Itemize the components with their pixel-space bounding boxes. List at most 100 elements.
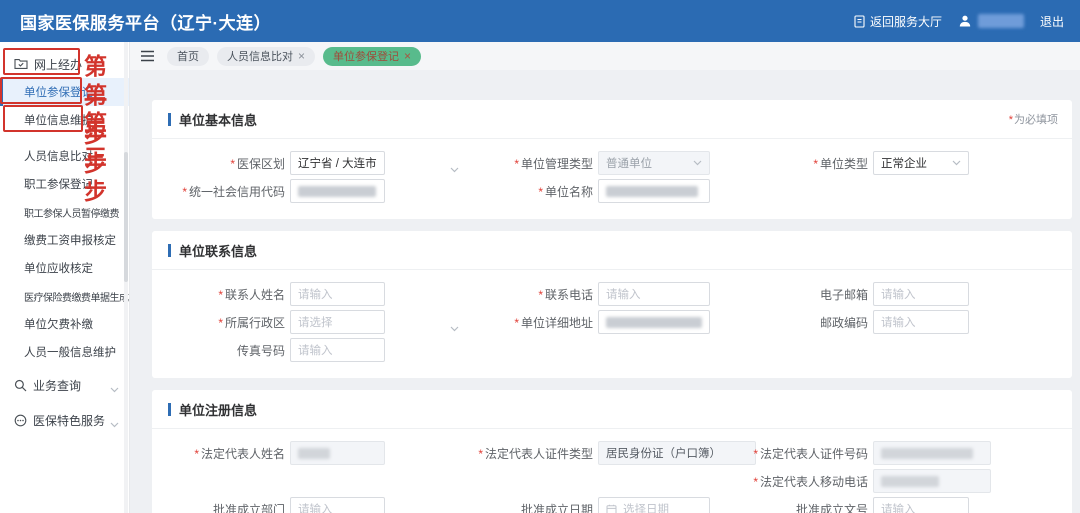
tab-close-icon[interactable]: ×: [298, 50, 305, 62]
user-info[interactable]: [958, 14, 1024, 28]
form-row: 批准成立部门请输入批准成立日期选择日期批准成立文号请输入: [168, 497, 1056, 513]
section-unit-contact-info: 单位联系信息*联系人姓名请输入*联系电话请输入电子邮箱请输入*所属行政区请选择*…: [152, 231, 1072, 378]
legal-mobile-label: *法定代表人移动电话: [720, 473, 868, 490]
approve-date-date-input[interactable]: 选择日期: [598, 497, 710, 513]
sidebar-item-salary-declaration-verify[interactable]: 缴费工资申报核定: [0, 226, 129, 254]
sidebar-item-unit-insurance-registration[interactable]: 单位参保登记: [0, 78, 129, 106]
scrollbar-thumb[interactable]: [124, 152, 128, 282]
sidebar-item-unit-arrears-repay[interactable]: 单位欠费补缴: [0, 310, 129, 338]
contact-name-label: *联系人姓名: [168, 286, 285, 303]
field-contact-phone: *联系电话请输入: [460, 282, 710, 306]
return-hall-button[interactable]: 返回服务大厅: [854, 13, 942, 30]
unit-address-input[interactable]: [598, 310, 710, 334]
legal-cert-no-input: [873, 441, 991, 465]
field-approve-date: 批准成立日期选择日期: [460, 497, 710, 513]
tab-person-info-compare[interactable]: 人员信息比对 ×: [217, 47, 315, 66]
field-medical-region: *医保区划辽宁省 / 大连市: [168, 151, 385, 175]
sidebar-item-business-query[interactable]: 业务查询: [0, 369, 129, 401]
sidebar-item-medical-payment-bill-generate[interactable]: 医疗保险费缴费单据生成: [0, 282, 129, 310]
page-title: 国家医保服务平台（辽宁·大连）: [20, 9, 271, 34]
medical-region-input[interactable]: 辽宁省 / 大连市: [290, 151, 385, 175]
legal-cert-type-label: *法定代表人证件类型: [460, 445, 593, 462]
required-star: *: [813, 157, 818, 171]
tab-label: 首页: [177, 48, 199, 64]
contact-name-input[interactable]: 请输入: [290, 282, 385, 306]
search-icon: [14, 379, 27, 392]
section-divider: [152, 269, 1072, 270]
credit-code-input[interactable]: [290, 179, 385, 203]
logout-button[interactable]: 退出: [1040, 13, 1064, 30]
required-star: *: [538, 288, 543, 302]
unit-address-label: *单位详细地址: [460, 314, 593, 331]
sidebar-item-person-general-info-maintain[interactable]: 人员一般信息维护: [0, 338, 129, 366]
approve-doc-no-placeholder: 请输入: [881, 501, 916, 513]
email-input[interactable]: 请输入: [873, 282, 969, 306]
admin-region-input[interactable]: 请选择: [290, 310, 385, 334]
section-unit-basic-info: 单位基本信息*为必填项*医保区划辽宁省 / 大连市*单位管理类型普通单位*单位类…: [152, 100, 1072, 219]
approve-dept-input[interactable]: 请输入: [290, 497, 385, 513]
sidebar-scrollbar[interactable]: [124, 42, 128, 513]
tab-home[interactable]: 首页: [167, 47, 209, 66]
sidebar-item-online-handling[interactable]: 网上经办: [0, 50, 129, 78]
unit-type-select[interactable]: 正常企业: [873, 151, 969, 175]
field-fax: 传真号码请输入: [168, 338, 385, 362]
fax-input[interactable]: 请输入: [290, 338, 385, 362]
unit-type-value: 正常企业: [881, 155, 927, 171]
content: 首页人员信息比对×单位参保登记× 单位基本信息*为必填项*医保区划辽宁省 / 大…: [130, 42, 1080, 513]
approve-doc-no-input[interactable]: 请输入: [873, 497, 969, 513]
required-star: *: [230, 157, 235, 171]
admin-region-dropdown-chevron-icon[interactable]: [450, 319, 459, 337]
tab-bar: 首页人员信息比对×单位参保登记×: [130, 42, 1080, 70]
field-legal-cert-no: *法定代表人证件号码: [720, 441, 991, 465]
collapse-menu-icon[interactable]: [140, 50, 155, 62]
sidebar-item-employee-pause-payment[interactable]: 职工参保人员暂停缴费: [0, 198, 129, 226]
field-unit-name: *单位名称: [460, 179, 710, 203]
field-unit-mgmt-type: *单位管理类型普通单位: [460, 151, 710, 175]
tab-label: 人员信息比对: [227, 48, 293, 64]
unit-name-input[interactable]: [598, 179, 710, 203]
unit-type-label: *单位类型: [720, 155, 868, 172]
unit-name-label: *单位名称: [460, 183, 593, 200]
fax-placeholder: 请输入: [298, 342, 333, 358]
postal-code-input[interactable]: 请输入: [873, 310, 969, 334]
sidebar-item-person-info-compare[interactable]: 人员信息比对: [0, 142, 129, 170]
chevron-down-icon: [952, 160, 961, 166]
section-header: 单位注册信息: [168, 400, 1056, 419]
section-title: 单位注册信息: [179, 400, 257, 419]
unit-mgmt-type-label: *单位管理类型: [460, 155, 593, 172]
form-row: *联系人姓名请输入*联系电话请输入电子邮箱请输入: [168, 282, 1056, 306]
redacted-value: [881, 476, 939, 487]
sidebar-item-employee-insurance-registration[interactable]: 职工参保登记: [0, 170, 129, 198]
approve-dept-label: 批准成立部门: [168, 501, 285, 513]
field-legal-cert-type: *法定代表人证件类型居民身份证（户口簿）: [460, 441, 756, 465]
redacted-value: [606, 317, 702, 328]
section-header: 单位联系信息: [168, 241, 1056, 260]
sidebar-item-unit-info-maintenance[interactable]: 单位信息维护: [0, 106, 129, 134]
admin-region-placeholder: 请选择: [298, 314, 333, 330]
section-divider: [152, 428, 1072, 429]
sidebar-item-label: 医保特色服务: [33, 412, 105, 429]
tab-unit-insurance-registration[interactable]: 单位参保登记×: [323, 47, 421, 66]
required-star: *: [194, 447, 199, 461]
required-star: *: [753, 475, 758, 489]
legal-mobile-input: [873, 469, 991, 493]
field-unit-type: *单位类型正常企业: [720, 151, 969, 175]
email-label: 电子邮箱: [720, 286, 868, 303]
contact-name-placeholder: 请输入: [298, 286, 333, 302]
medical-region-label: *医保区划: [168, 155, 285, 172]
user-name-redacted: [978, 14, 1024, 28]
section-accent-bar: [168, 403, 171, 416]
sidebar-item-special-services[interactable]: 医保特色服务: [0, 404, 129, 436]
user-icon: [958, 14, 972, 28]
sidebar-item-unit-receivable-verify[interactable]: 单位应收核定: [0, 254, 129, 282]
tab-close-icon[interactable]: ×: [404, 50, 411, 62]
contact-phone-input[interactable]: 请输入: [598, 282, 710, 306]
form-row: *法定代表人姓名*法定代表人证件类型居民身份证（户口簿）*法定代表人证件号码: [168, 441, 1056, 465]
required-star: *: [218, 316, 223, 330]
sidebar-item-label: 业务查询: [33, 377, 81, 394]
sidebar-item-label: 人员一般信息维护: [24, 344, 116, 360]
email-placeholder: 请输入: [881, 286, 916, 302]
required-star: *: [182, 185, 187, 199]
form-area: 单位基本信息*为必填项*医保区划辽宁省 / 大连市*单位管理类型普通单位*单位类…: [130, 70, 1080, 513]
medical-region-dropdown-chevron-icon[interactable]: [450, 160, 459, 178]
